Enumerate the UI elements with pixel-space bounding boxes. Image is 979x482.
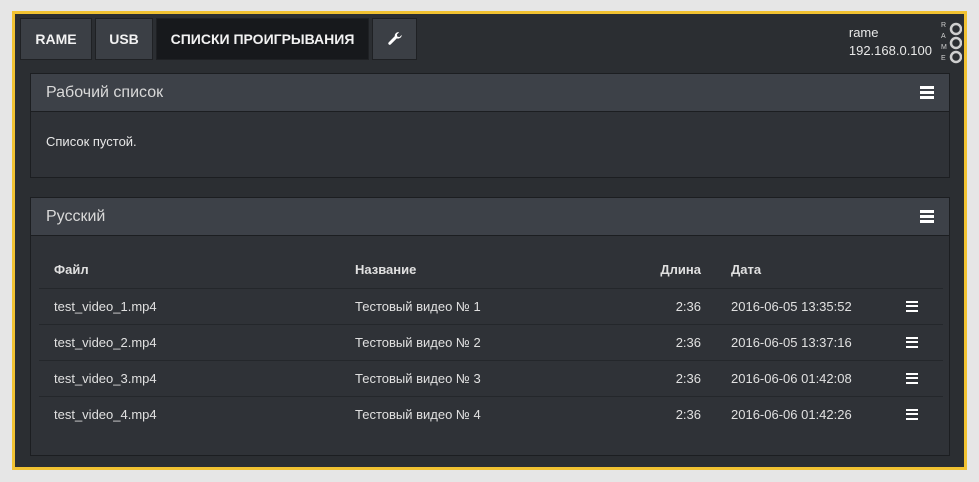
- table-row[interactable]: test_video_2.mp4 Тестовый видео № 2 2:36…: [39, 323, 943, 360]
- work-list-title: Рабочий список: [46, 83, 164, 101]
- cell-file: test_video_3.mp4: [39, 359, 340, 396]
- russian-list-title: Русский: [46, 207, 106, 225]
- column-actions: [891, 252, 943, 288]
- row-menu-icon[interactable]: [906, 300, 918, 312]
- cell-file: test_video_2.mp4: [39, 323, 340, 360]
- russian-list-header: Русский: [31, 198, 949, 236]
- rame-logo: R A M E: [941, 22, 962, 64]
- svg-text:A: A: [941, 33, 946, 40]
- russian-list-panel: Русский Файл Название Длина Дата test_vi…: [30, 197, 950, 456]
- row-menu-icon[interactable]: [906, 372, 918, 384]
- svg-text:E: E: [941, 55, 946, 62]
- column-date[interactable]: Дата: [716, 252, 891, 288]
- cell-name: Тестовый видео № 1: [340, 287, 611, 324]
- row-menu-icon[interactable]: [906, 408, 918, 420]
- cell-name: Тестовый видео № 3: [340, 359, 611, 396]
- tab-usb[interactable]: USB: [95, 18, 153, 60]
- cell-date: 2016-06-05 13:35:52: [716, 287, 891, 324]
- svg-text:R: R: [941, 22, 946, 29]
- cell-date: 2016-06-06 01:42:26: [716, 395, 891, 432]
- cell-file: test_video_1.mp4: [39, 287, 340, 324]
- work-list-panel: Рабочий список Список пустой.: [30, 73, 950, 178]
- table-row[interactable]: test_video_1.mp4 Тестовый видео № 1 2:36…: [39, 287, 943, 324]
- russian-list-menu-icon[interactable]: [920, 210, 934, 223]
- cell-date: 2016-06-06 01:42:08: [716, 359, 891, 396]
- device-name: rame: [848, 25, 879, 40]
- playlist-table: Файл Название Длина Дата test_video_1.mp…: [39, 252, 943, 432]
- tab-rame[interactable]: RAME: [20, 18, 92, 60]
- device-ip: 192.168.0.100: [848, 43, 932, 58]
- device-info: rame 192.168.0.100: [849, 24, 932, 60]
- top-navigation: RAME USB СПИСКИ ПРОИГРЫВАНИЯ rame 192.16…: [20, 18, 962, 64]
- cell-name: Тестовый видео № 4: [340, 395, 611, 432]
- tab-playlists[interactable]: СПИСКИ ПРОИГРЫВАНИЯ: [156, 18, 369, 60]
- work-list-menu-icon[interactable]: [920, 86, 934, 99]
- row-menu-icon[interactable]: [906, 336, 918, 348]
- table-row[interactable]: test_video_4.mp4 Тестовый видео № 4 2:36…: [39, 395, 943, 432]
- cell-length: 2:36: [611, 359, 716, 396]
- wrench-icon: [387, 32, 402, 45]
- work-list-header: Рабочий список: [31, 74, 949, 112]
- column-length[interactable]: Длина: [611, 252, 716, 288]
- empty-list-text: Список пустой.: [46, 134, 137, 149]
- cell-length: 2:36: [611, 287, 716, 324]
- cell-name: Тестовый видео № 2: [340, 323, 611, 360]
- cell-date: 2016-06-05 13:37:16: [716, 323, 891, 360]
- cell-file: test_video_4.mp4: [39, 395, 340, 432]
- app-frame: RAME USB СПИСКИ ПРОИГРЫВАНИЯ rame 192.16…: [12, 11, 967, 470]
- column-file[interactable]: Файл: [39, 252, 340, 288]
- cell-length: 2:36: [611, 323, 716, 360]
- table-header-row: Файл Название Длина Дата: [39, 252, 943, 288]
- column-name[interactable]: Название: [340, 252, 611, 288]
- cell-length: 2:36: [611, 395, 716, 432]
- table-row[interactable]: test_video_3.mp4 Тестовый видео № 3 2:36…: [39, 359, 943, 396]
- svg-text:M: M: [941, 44, 947, 51]
- settings-button[interactable]: [372, 18, 417, 60]
